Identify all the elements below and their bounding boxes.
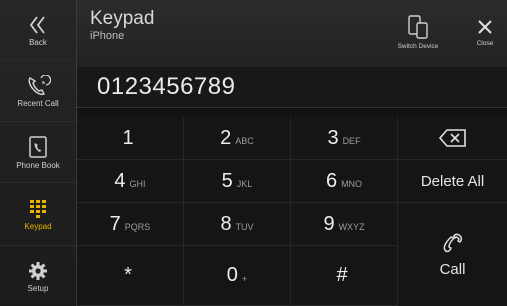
header: Keypad iPhone Switch Device Close: [77, 0, 507, 67]
key-1[interactable]: 1: [77, 117, 184, 160]
key-5[interactable]: 5 JKL: [184, 160, 291, 203]
recent-call-icon: [28, 74, 51, 95]
key-hash[interactable]: #: [291, 246, 398, 306]
key-9[interactable]: 9 WXYZ: [291, 203, 398, 246]
sidebar-item-back[interactable]: Back: [0, 0, 76, 61]
delete-all-button[interactable]: Delete All: [398, 160, 507, 203]
gear-icon: [29, 261, 47, 280]
key-2[interactable]: 2 ABC: [184, 117, 291, 160]
call-button[interactable]: Call: [398, 203, 507, 306]
sidebar-item-label: Back: [29, 37, 47, 47]
switch-device-icon: [408, 15, 428, 39]
sidebar-item-recent-call[interactable]: Recent Call: [0, 61, 76, 122]
phone-book-icon: [29, 135, 47, 158]
backspace-icon: [438, 129, 466, 147]
key-star[interactable]: *: [77, 246, 184, 306]
key-6[interactable]: 6 MNO: [291, 160, 398, 203]
close-icon: [478, 20, 492, 34]
key-8[interactable]: 8 TUV: [184, 203, 291, 246]
key-4[interactable]: 4 GHI: [77, 160, 184, 203]
sidebar-item-phone-book[interactable]: Phone Book: [0, 122, 76, 183]
sidebar-item-label: Phone Book: [16, 160, 60, 170]
key-3[interactable]: 3 DEF: [291, 117, 398, 160]
switch-device-button[interactable]: Switch Device: [387, 6, 449, 58]
device-name: iPhone: [90, 30, 125, 42]
backspace-button[interactable]: [398, 117, 507, 160]
page-title: Keypad: [90, 8, 155, 29]
key-7[interactable]: 7 PQRS: [77, 203, 184, 246]
dialed-number: 0123456789: [97, 73, 236, 100]
close-button[interactable]: Close: [463, 6, 507, 58]
sidebar-item-label: Setup: [27, 283, 49, 293]
back-chevron-icon: [29, 15, 45, 34]
sidebar-item-label: Keypad: [24, 221, 52, 231]
number-display: 0123456789: [77, 67, 507, 108]
sidebar-item-keypad[interactable]: Keypad: [0, 183, 76, 246]
keypad-icon: [30, 199, 46, 218]
key-0[interactable]: 0 +: [184, 246, 291, 306]
phone-icon: [443, 233, 462, 253]
sidebar: Back Recent Call Phone Book Keypad Setup: [0, 0, 77, 306]
sidebar-item-label: Recent Call: [17, 98, 59, 108]
sidebar-item-setup[interactable]: Setup: [0, 246, 76, 306]
